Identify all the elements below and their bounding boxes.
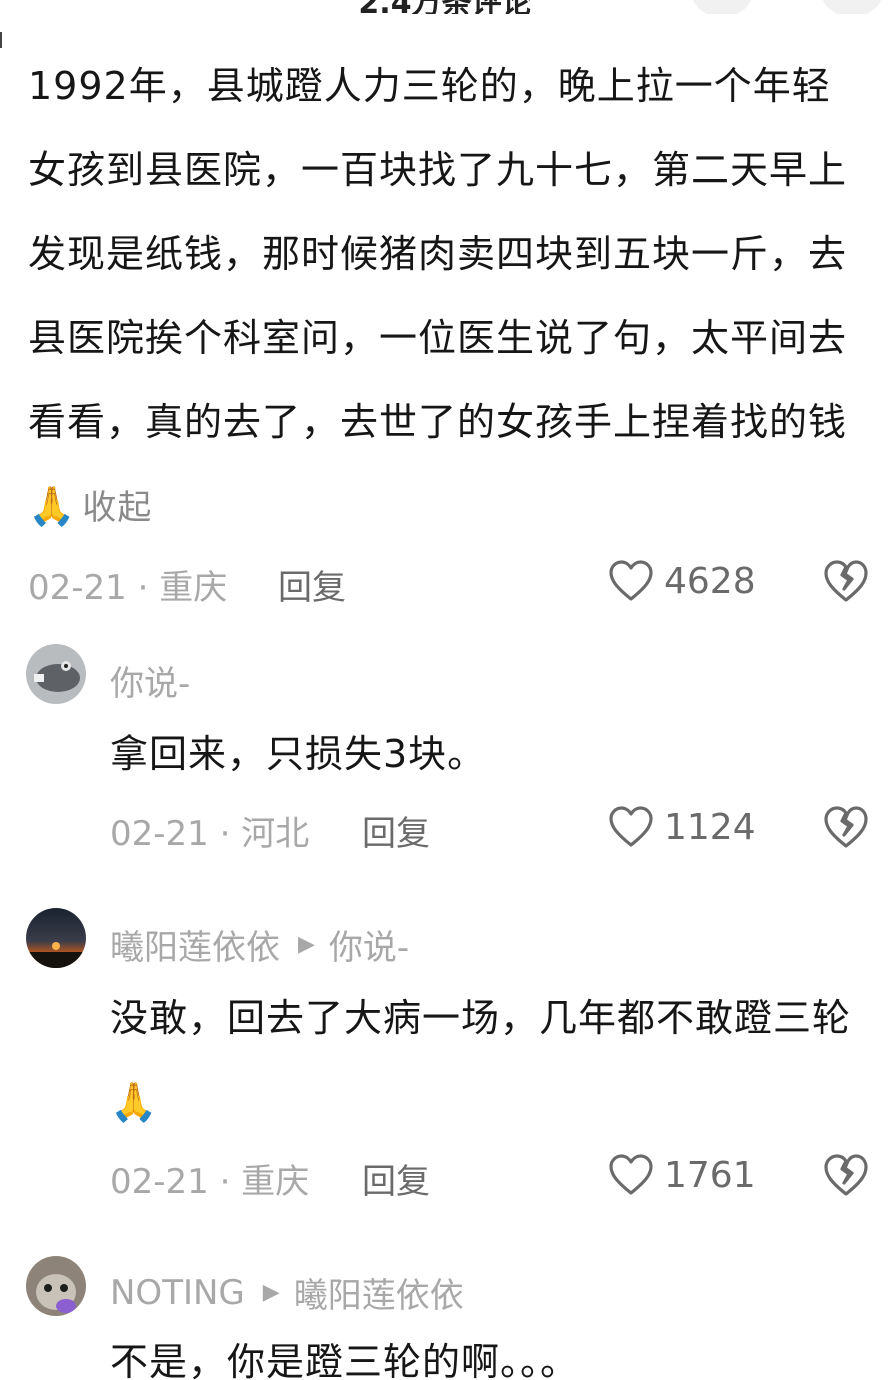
username[interactable]: 曦阳莲依依 bbox=[110, 920, 280, 969]
reply-body: 不是，你是蹬三轮的啊。。。 bbox=[110, 1320, 870, 1380]
avatar[interactable] bbox=[26, 644, 86, 704]
heart-outline-icon bbox=[609, 806, 653, 847]
main-comment-meta: 02-21 · 重庆 回复 4628 bbox=[0, 556, 890, 609]
comment-date-location: 02-21 · 重庆 bbox=[28, 568, 228, 608]
reply-date-location: 02-21 · 河北 bbox=[110, 814, 310, 854]
reply-username-row: NOTING ▶ 曦阳莲依依 bbox=[110, 1268, 464, 1317]
reply-text: 没敢，回去了大病一场，几年都不敢蹬三轮 bbox=[110, 996, 852, 1040]
like-button[interactable]: 1124 bbox=[608, 802, 756, 852]
like-count: 1761 bbox=[664, 1154, 756, 1196]
reply-to-username[interactable]: 曦阳莲依依 bbox=[294, 1268, 464, 1317]
reply-text: 拿回来，只损失3块。 bbox=[110, 732, 487, 776]
main-comment: 1992年，县城蹬人力三轮的，晚上拉一个年轻女孩到县医院，一百块找了九十七，第二… bbox=[28, 44, 868, 550]
reply-to-username[interactable]: 你说- bbox=[329, 920, 409, 969]
heart-outline-icon bbox=[609, 560, 653, 601]
like-button[interactable]: 1761 bbox=[608, 1150, 756, 1200]
triangle-right-icon: ▶ bbox=[262, 1280, 280, 1305]
reply-button[interactable]: 回复 bbox=[362, 1154, 430, 1203]
edge-divider bbox=[0, 32, 2, 48]
comments-count-title: 2.4万条评论 bbox=[0, 0, 890, 14]
reply-button[interactable]: 回复 bbox=[278, 560, 346, 609]
broken-heart-icon[interactable] bbox=[822, 558, 870, 604]
comment-text: 1992年，县城蹬人力三轮的，晚上拉一个年轻女孩到县医院，一百块找了九十七，第二… bbox=[28, 64, 848, 444]
avatar[interactable] bbox=[26, 1256, 86, 1316]
username[interactable]: NOTING bbox=[110, 1273, 245, 1313]
reply-body: 拿回来，只损失3块。 bbox=[110, 712, 870, 796]
reply-username-row: 你说- bbox=[110, 656, 190, 705]
reply-date-location: 02-21 · 重庆 bbox=[110, 1162, 310, 1202]
reply-meta: 02-21 · 河北 回复 1124 bbox=[0, 802, 890, 855]
reply-text: 不是，你是蹬三轮的啊。。。 bbox=[110, 1340, 580, 1380]
reply-body: 没敢，回去了大病一场，几年都不敢蹬三轮 🙏 bbox=[110, 976, 870, 1144]
reply-button[interactable]: 回复 bbox=[362, 806, 430, 855]
like-button[interactable]: 4628 bbox=[608, 556, 756, 606]
comment-body: 1992年，县城蹬人力三轮的，晚上拉一个年轻女孩到县医院，一百块找了九十七，第二… bbox=[28, 44, 868, 550]
username[interactable]: 你说- bbox=[110, 656, 190, 705]
triangle-right-icon: ▶ bbox=[298, 932, 315, 957]
pray-emoji-icon: 🙏 bbox=[110, 1080, 159, 1124]
reply-meta: 02-21 · 重庆 回复 1761 bbox=[0, 1150, 890, 1203]
pray-emoji-icon: 🙏 bbox=[28, 484, 77, 528]
collapse-link[interactable]: 收起 bbox=[82, 488, 152, 528]
heart-outline-icon bbox=[609, 1154, 653, 1195]
like-count: 1124 bbox=[664, 806, 756, 848]
broken-heart-icon[interactable] bbox=[822, 1152, 870, 1198]
broken-heart-icon[interactable] bbox=[822, 804, 870, 850]
comments-header: 2.4万条评论 bbox=[0, 0, 890, 14]
avatar[interactable] bbox=[26, 908, 86, 968]
like-count: 4628 bbox=[664, 560, 756, 602]
reply-username-row: 曦阳莲依依 ▶ 你说- bbox=[110, 920, 409, 969]
